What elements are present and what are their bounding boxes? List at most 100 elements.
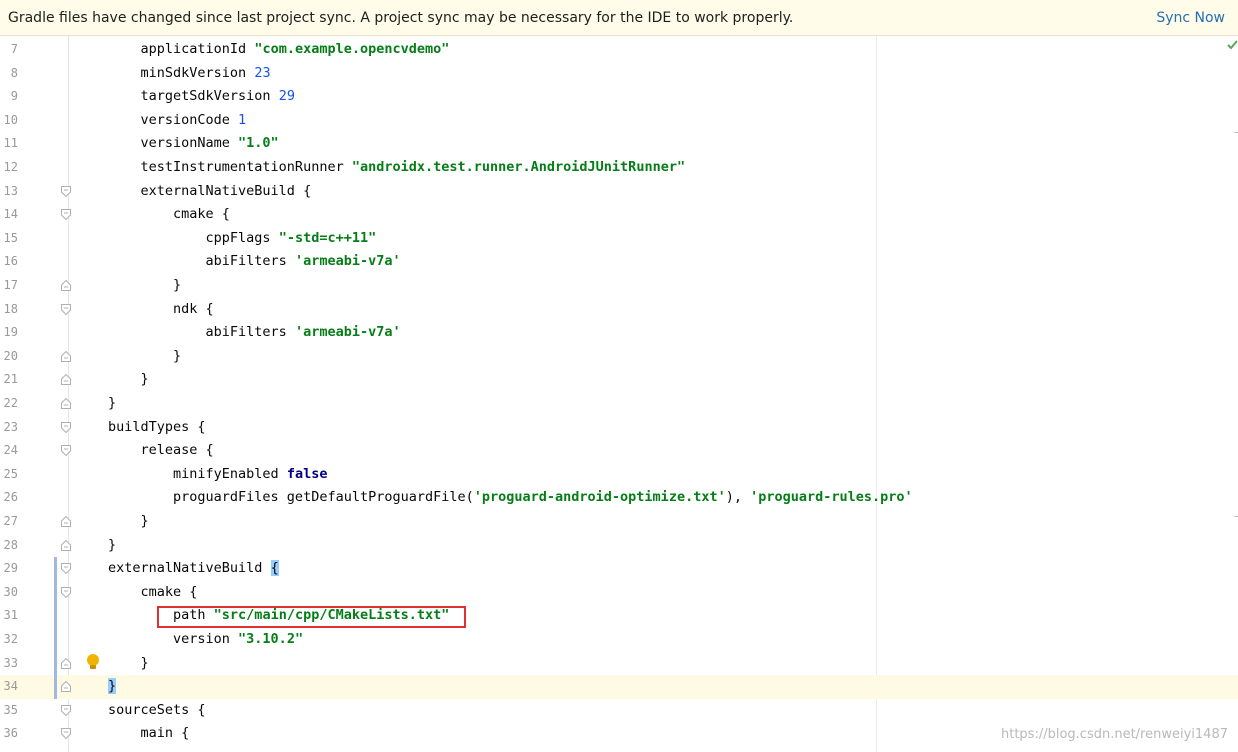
scroll-marker: [1234, 516, 1238, 517]
sync-now-link[interactable]: Sync Now: [1156, 0, 1225, 36]
code-text: minifyEnabled false: [108, 465, 328, 482]
code-line[interactable]: 9 targetSdkVersion 29: [0, 85, 1238, 109]
line-number: 8: [10, 65, 18, 80]
fold-open-icon[interactable]: [61, 445, 71, 457]
line-number: 19: [3, 325, 18, 340]
fold-close-icon[interactable]: [61, 350, 71, 362]
code-text: }: [108, 536, 117, 553]
code-text: applicationId "com.example.opencvdemo": [108, 41, 450, 57]
code-line[interactable]: 12 testInstrumentationRunner "androidx.t…: [0, 156, 1238, 180]
fold-open-icon[interactable]: [61, 421, 71, 433]
code-text: }: [108, 654, 149, 671]
fold-close-icon[interactable]: [61, 657, 71, 669]
code-line[interactable]: 21 }: [0, 368, 1238, 392]
line-number: 14: [3, 207, 18, 222]
code-line[interactable]: 23 buildTypes {: [0, 416, 1238, 440]
code-line[interactable]: 33 }: [0, 652, 1238, 676]
line-number: 22: [3, 396, 18, 410]
line-number: 35: [3, 702, 18, 717]
code-text: targetSdkVersion 29: [108, 88, 295, 105]
code-text: cmake {: [108, 583, 198, 600]
code-text: }: [108, 277, 182, 293]
code-line[interactable]: 29 externalNativeBuild {: [0, 557, 1238, 581]
line-number: 32: [3, 632, 18, 646]
line-number: 20: [3, 348, 18, 363]
line-number: 17: [3, 278, 18, 292]
code-line[interactable]: 22}: [0, 392, 1238, 416]
code-line[interactable]: 26 proguardFiles getDefaultProguardFile(…: [0, 486, 1238, 510]
vcs-change-marker[interactable]: [54, 557, 57, 699]
code-text: externalNativeBuild {: [108, 560, 279, 577]
code-text: cmake {: [108, 206, 230, 223]
code-text: }: [108, 395, 117, 411]
fold-close-icon[interactable]: [61, 681, 71, 693]
code-line[interactable]: 32 version "3.10.2": [0, 628, 1238, 652]
code-text: main {: [108, 725, 190, 742]
fold-open-icon[interactable]: [61, 586, 71, 598]
line-number: 26: [3, 490, 18, 505]
line-number: 29: [3, 561, 18, 576]
code-line[interactable]: 19 abiFilters 'armeabi-v7a': [0, 321, 1238, 345]
fold-open-icon[interactable]: [61, 563, 71, 575]
code-text: }: [108, 678, 117, 695]
code-text: cppFlags "-std=c++11": [108, 229, 377, 246]
code-line[interactable]: 7 applicationId "com.example.opencvdemo": [0, 38, 1238, 62]
code-text: buildTypes {: [108, 418, 206, 435]
fold-close-icon[interactable]: [61, 280, 71, 291]
line-number: 36: [3, 726, 18, 741]
code-text: sourceSets {: [108, 701, 206, 718]
code-line[interactable]: 8 minSdkVersion 23: [0, 62, 1238, 86]
code-text: versionName "1.0": [108, 135, 279, 152]
code-editor[interactable]: 7 applicationId "com.example.opencvdemo"…: [0, 36, 1238, 752]
code-line[interactable]: 20 }: [0, 345, 1238, 369]
fold-open-icon[interactable]: [61, 185, 71, 197]
fold-close-icon[interactable]: [61, 539, 71, 551]
code-line[interactable]: 30 cmake {: [0, 581, 1238, 605]
code-line[interactable]: 14 cmake {: [0, 203, 1238, 227]
notification-banner: Gradle files have changed since last pro…: [0, 0, 1238, 36]
code-text: }: [108, 347, 182, 364]
line-number: 9: [10, 89, 18, 104]
line-number: 11: [3, 136, 18, 151]
fold-open-icon[interactable]: [61, 728, 71, 740]
line-number: 33: [3, 655, 18, 670]
code-line[interactable]: 10 versionCode 1: [0, 109, 1238, 133]
code-line[interactable]: 15 cppFlags "-std=c++11": [0, 227, 1238, 251]
fold-open-icon[interactable]: [61, 303, 71, 315]
line-number: 16: [3, 254, 18, 269]
code-text: }: [108, 371, 149, 388]
fold-open-icon[interactable]: [61, 209, 71, 221]
code-text: minSdkVersion 23: [108, 64, 271, 81]
fold-open-icon[interactable]: [61, 704, 71, 716]
code-line[interactable]: 27 }: [0, 510, 1238, 534]
code-text: proguardFiles getDefaultProguardFile('pr…: [108, 489, 913, 506]
code-line[interactable]: 16 abiFilters 'armeabi-v7a': [0, 250, 1238, 274]
line-number: 30: [3, 584, 18, 599]
code-line[interactable]: 35 sourceSets {: [0, 699, 1238, 723]
code-line[interactable]: 11 versionName "1.0": [0, 132, 1238, 156]
code-text: abiFilters 'armeabi-v7a': [108, 324, 401, 341]
code-line[interactable]: 28}: [0, 534, 1238, 558]
code-text: release {: [108, 442, 214, 459]
line-number: 10: [3, 112, 18, 127]
code-line[interactable]: 17 }: [0, 274, 1238, 298]
code-line[interactable]: 25 minifyEnabled false: [0, 463, 1238, 487]
code-line[interactable]: 24 release {: [0, 439, 1238, 463]
line-number: 15: [3, 230, 18, 245]
code-line[interactable]: 18 ndk {: [0, 298, 1238, 322]
fold-close-icon[interactable]: [61, 516, 71, 527]
code-text: abiFilters 'armeabi-v7a': [108, 253, 401, 270]
code-text: version "3.10.2": [108, 631, 304, 647]
banner-message: Gradle files have changed since last pro…: [8, 10, 794, 26]
line-number: 25: [3, 466, 18, 481]
line-number: 21: [3, 372, 18, 387]
line-number: 28: [3, 537, 18, 552]
fold-close-icon[interactable]: [61, 374, 71, 386]
line-number: 31: [3, 608, 18, 623]
lightbulb-icon[interactable]: [86, 653, 100, 671]
code-text: }: [108, 513, 149, 529]
code-line[interactable]: 13 externalNativeBuild {: [0, 180, 1238, 204]
code-line[interactable]: 34}: [0, 675, 1238, 699]
fold-close-icon[interactable]: [61, 398, 71, 409]
line-number: 23: [3, 419, 18, 434]
